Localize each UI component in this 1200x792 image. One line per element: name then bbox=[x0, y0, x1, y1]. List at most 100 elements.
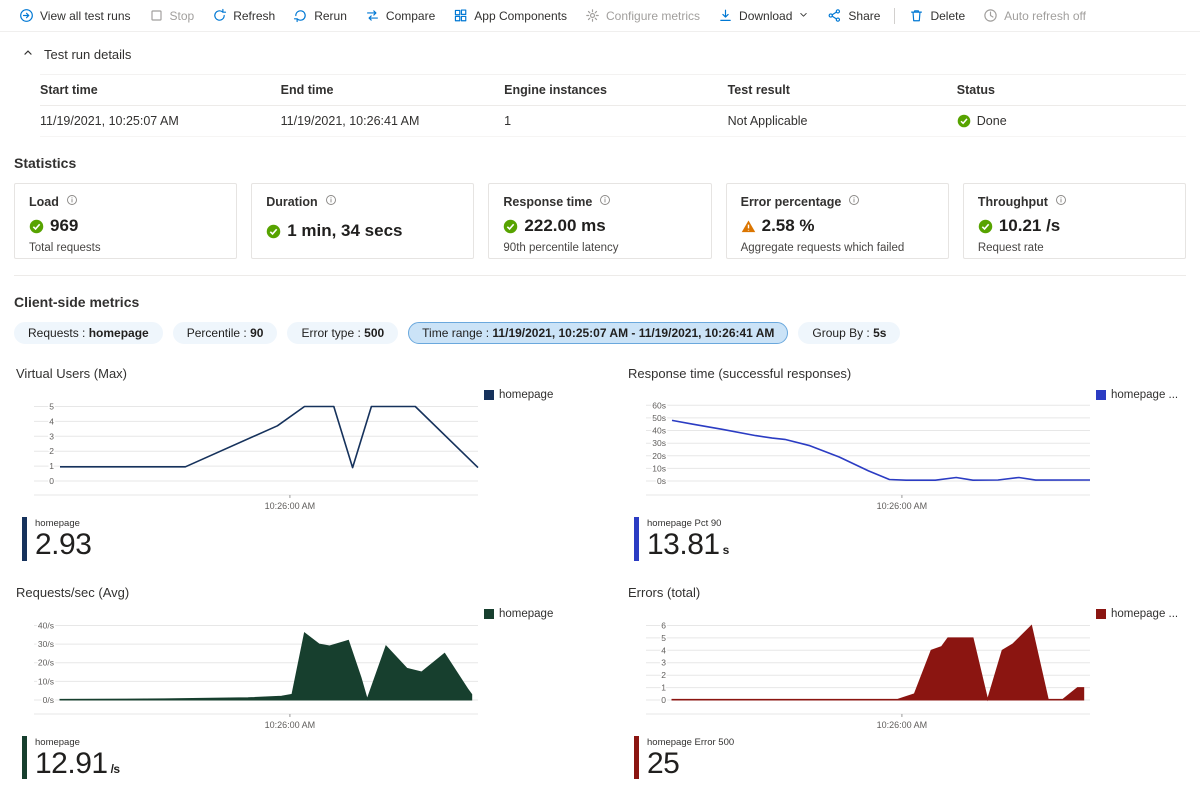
chart-legend[interactable]: homepage ... bbox=[1096, 389, 1186, 401]
stat-card-title: Throughput bbox=[978, 195, 1048, 209]
statistics-heading: Statistics bbox=[14, 155, 1200, 171]
toolbar-button-auto-refresh-off: Auto refresh off bbox=[974, 0, 1095, 32]
svg-text:60s: 60s bbox=[652, 400, 666, 410]
filter-pill-requests[interactable]: Requests : homepage bbox=[14, 322, 163, 344]
toolbar-label: Auto refresh off bbox=[1004, 9, 1086, 23]
chart-block-response-time-successful-responses: Response time (successful responses)0s10… bbox=[626, 366, 1186, 561]
test-run-details-label: Test run details bbox=[44, 47, 131, 62]
info-icon[interactable] bbox=[599, 194, 611, 209]
stat-color-bar bbox=[634, 736, 639, 780]
toolbar-label: Share bbox=[848, 9, 880, 23]
stat-big-value: 2.93 bbox=[35, 529, 91, 561]
stat-card-title: Load bbox=[29, 195, 59, 209]
toolbar-label: Configure metrics bbox=[606, 9, 700, 23]
trash-icon bbox=[909, 8, 924, 23]
svg-text:5: 5 bbox=[49, 402, 54, 412]
chart-plot-requests-sec-avg: 0/s10/s20/s30/s40/s10:26:00 AM bbox=[14, 608, 484, 732]
chart-plot-virtual-users-max: 01234510:26:00 AM bbox=[14, 389, 484, 513]
chart-legend[interactable]: homepage bbox=[484, 389, 574, 401]
toolbar-button-share[interactable]: Share bbox=[818, 0, 889, 32]
svg-text:10:26:00 AM: 10:26:00 AM bbox=[877, 720, 928, 730]
info-icon[interactable] bbox=[66, 194, 78, 209]
svg-text:3: 3 bbox=[661, 657, 666, 667]
svg-text:40/s: 40/s bbox=[38, 620, 54, 630]
stat-big-value: 25 bbox=[647, 748, 734, 780]
stat-card-error-percentage: Error percentage2.58 %Aggregate requests… bbox=[726, 183, 949, 259]
svg-text:10:26:00 AM: 10:26:00 AM bbox=[877, 501, 928, 511]
toolbar-button-configure-metrics: Configure metrics bbox=[576, 0, 709, 32]
stat-card-value: 1 min, 34 secs bbox=[287, 221, 402, 241]
svg-text:0s: 0s bbox=[657, 476, 666, 486]
stat-color-bar bbox=[22, 736, 27, 780]
stat-unit: /s bbox=[111, 762, 120, 776]
svg-text:10/s: 10/s bbox=[38, 676, 54, 686]
svg-text:5: 5 bbox=[661, 632, 666, 642]
info-icon bbox=[1055, 194, 1067, 206]
details-value-end-time: 11/19/2021, 10:26:41 AM bbox=[281, 106, 504, 137]
gear-icon bbox=[585, 8, 600, 23]
filter-pill-percentile[interactable]: Percentile : 90 bbox=[173, 322, 278, 344]
chart-block-virtual-users-max: Virtual Users (Max)01234510:26:00 AMhome… bbox=[14, 366, 574, 561]
test-run-results-page: View all test runs Stop Refresh Rerun Compar… bbox=[0, 0, 1200, 792]
info-icon bbox=[599, 194, 611, 206]
toolbar-button-app-components[interactable]: App Components bbox=[444, 0, 576, 32]
chevron-up-icon bbox=[22, 47, 34, 62]
metric-filter-pills: Requests : homepage Percentile : 90 Error … bbox=[14, 322, 1186, 344]
chart-block-requests-sec-avg: Requests/sec (Avg)0/s10/s20/s30/s40/s10:… bbox=[14, 585, 574, 780]
details-header-engine-instances: Engine instances bbox=[504, 75, 727, 106]
success-check-icon bbox=[29, 219, 44, 234]
stat-series-label: homepage bbox=[35, 737, 120, 748]
details-value-status: Done bbox=[957, 106, 1186, 137]
svg-text:6: 6 bbox=[661, 620, 666, 630]
info-icon[interactable] bbox=[1055, 194, 1067, 209]
chevron-down-icon bbox=[798, 9, 809, 20]
svg-text:0: 0 bbox=[661, 695, 666, 705]
chart-title: Errors (total) bbox=[628, 585, 1186, 600]
details-header-status: Status bbox=[957, 75, 1186, 106]
toolbar-label: Delete bbox=[930, 9, 965, 23]
stat-card-response-time: Response time222.00 ms90th percentile la… bbox=[488, 183, 711, 259]
info-icon[interactable] bbox=[848, 194, 860, 209]
chart-summary-stat: homepage12.91/s bbox=[22, 736, 574, 780]
toolbar-button-stop: Stop bbox=[140, 0, 204, 32]
svg-text:2: 2 bbox=[661, 670, 666, 680]
stat-card-subtitle: Request rate bbox=[978, 242, 1171, 254]
share-icon bbox=[827, 8, 842, 23]
toolbar-button-delete[interactable]: Delete bbox=[900, 0, 974, 32]
toolbar-label: Rerun bbox=[314, 9, 347, 23]
toolbar-button-download[interactable]: Download bbox=[709, 0, 818, 32]
stat-card-value: 2.58 % bbox=[762, 216, 815, 236]
toolbar-button-view-all-test-runs[interactable]: View all test runs bbox=[10, 0, 140, 32]
success-check-icon bbox=[957, 114, 971, 128]
toolbar-label: Compare bbox=[386, 9, 435, 23]
svg-text:1: 1 bbox=[49, 461, 54, 471]
svg-text:1: 1 bbox=[661, 682, 666, 692]
stat-series-label: homepage Error 500 bbox=[647, 737, 734, 748]
toolbar: View all test runs Stop Refresh Rerun Compar… bbox=[0, 0, 1200, 32]
chart-plot-errors-total: 012345610:26:00 AM bbox=[626, 608, 1096, 732]
legend-swatch-icon bbox=[484, 609, 494, 619]
success-check-icon bbox=[266, 224, 281, 239]
stat-card-title: Duration bbox=[266, 195, 317, 209]
client-side-charts: Virtual Users (Max)01234510:26:00 AMhome… bbox=[14, 366, 1186, 779]
chart-legend[interactable]: homepage ... bbox=[1096, 608, 1186, 620]
filter-pill-time-range[interactable]: Time range : 11/19/2021, 10:25:07 AM - 1… bbox=[408, 322, 788, 344]
toolbar-button-refresh[interactable]: Refresh bbox=[203, 0, 284, 32]
toolbar-button-rerun[interactable]: Rerun bbox=[284, 0, 356, 32]
toolbar-button-compare[interactable]: Compare bbox=[356, 0, 444, 32]
toolbar-label: Stop bbox=[170, 9, 195, 23]
legend-label: homepage bbox=[499, 608, 553, 620]
chart-summary-stat: homepage2.93 bbox=[22, 517, 574, 561]
stat-card-subtitle: 90th percentile latency bbox=[503, 242, 696, 254]
test-run-details-toggle[interactable]: Test run details bbox=[0, 32, 1200, 74]
filter-pill-error-type[interactable]: Error type : 500 bbox=[287, 322, 398, 344]
divider bbox=[14, 275, 1186, 276]
filter-pill-group-by[interactable]: Group By : 5s bbox=[798, 322, 900, 344]
toolbar-label: Download bbox=[739, 9, 792, 23]
chart-block-errors-total: Errors (total)012345610:26:00 AMhomepage… bbox=[626, 585, 1186, 780]
info-icon[interactable] bbox=[325, 194, 337, 209]
details-header-end-time: End time bbox=[281, 75, 504, 106]
stat-card-load: Load969Total requests bbox=[14, 183, 237, 259]
chart-legend[interactable]: homepage bbox=[484, 608, 574, 620]
download-icon bbox=[718, 8, 733, 23]
